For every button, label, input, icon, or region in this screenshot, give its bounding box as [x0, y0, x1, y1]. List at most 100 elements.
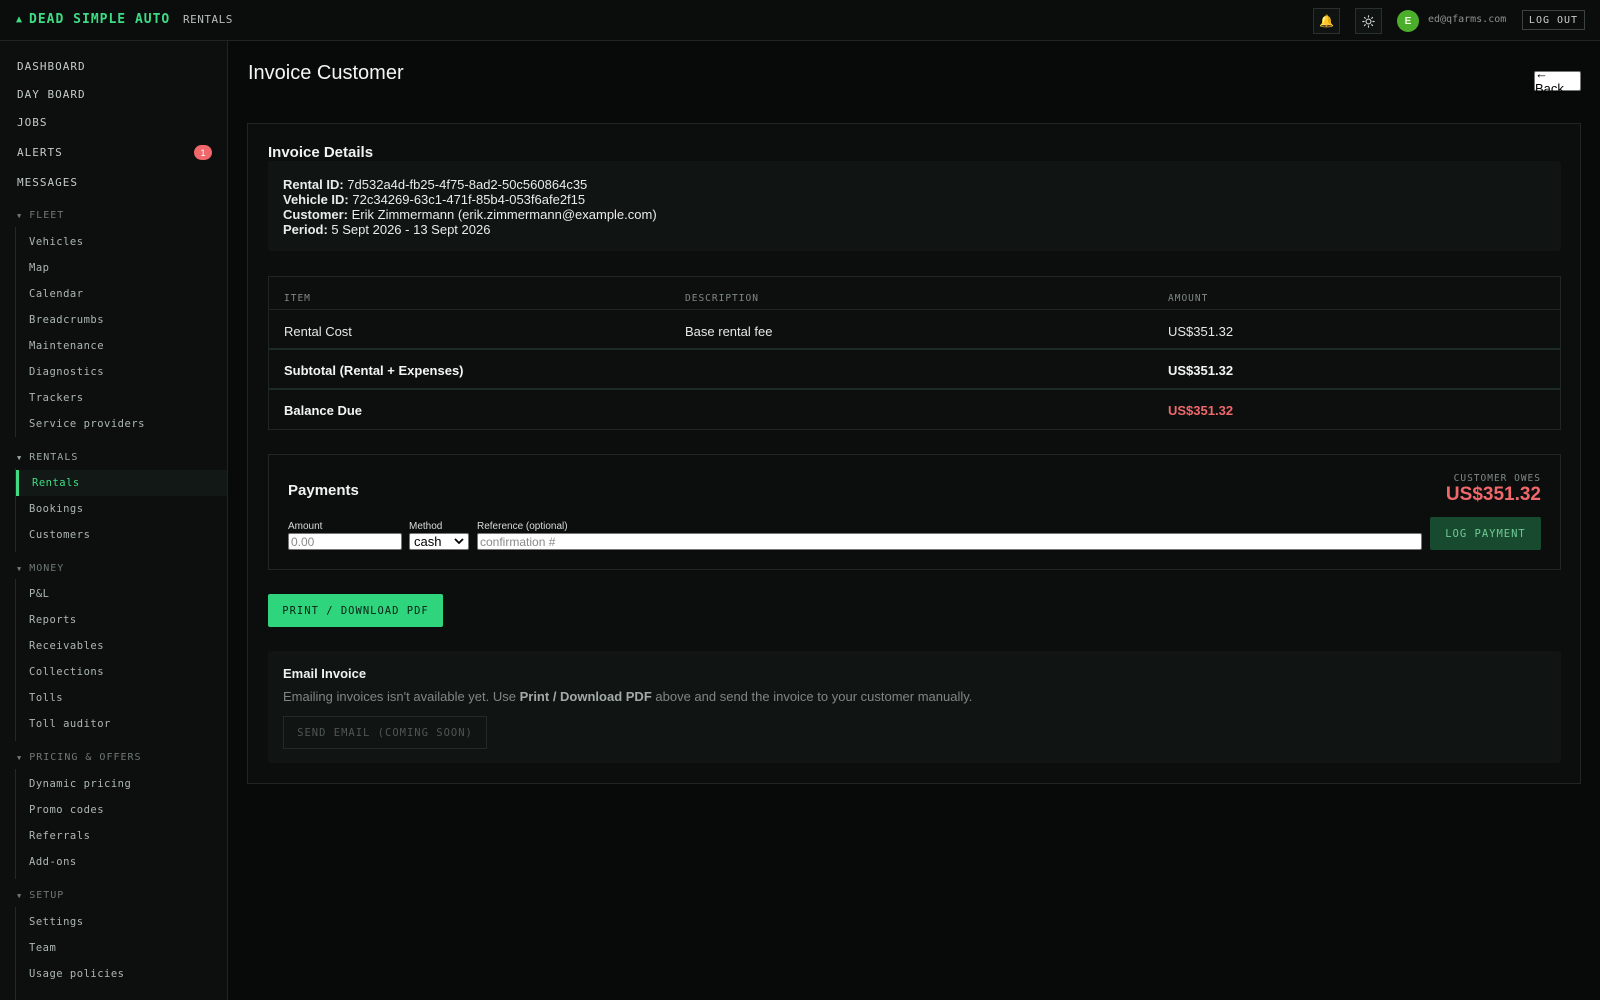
- sidebar-item-reports[interactable]: Reports: [29, 614, 77, 626]
- customer-owes-label: CUSTOMER OWES: [1453, 473, 1541, 484]
- column-header-description: DESCRIPTION: [685, 293, 759, 304]
- payments-section: [268, 454, 1561, 570]
- brand-logo[interactable]: ▲ DEAD SIMPLE AUTO: [16, 12, 170, 27]
- sidebar-item-tolls[interactable]: Tolls: [29, 692, 63, 704]
- balance-due-value: US$351.32: [1168, 403, 1234, 418]
- sidebar-item-trackers[interactable]: Trackers: [29, 392, 84, 404]
- invoice-items-table: [268, 276, 1561, 430]
- sidebar: DASHBOARD DAY BOARD JOBS ALERTS 1 MESSAG…: [0, 41, 228, 1000]
- money-submenu: P&L Reports Receivables Collections Toll…: [15, 579, 227, 741]
- sidebar-item-vehicles[interactable]: Vehicles: [29, 236, 84, 248]
- customer-owes-amount: US$351.32: [1445, 484, 1541, 505]
- reference-input[interactable]: [477, 533, 1422, 550]
- user-email: ed@qfarms.com: [1428, 14, 1507, 25]
- vehicle-id-line: Vehicle ID: 72c34269-63c1-471f-85b4-053f…: [283, 192, 585, 207]
- sidebar-item-alerts[interactable]: ALERTS: [17, 146, 63, 159]
- payments-title: Payments: [288, 482, 359, 499]
- sidebar-item-team[interactable]: Team: [29, 942, 56, 954]
- rental-id-line: Rental ID: 7d532a4d-fb25-4f75-8ad2-50c56…: [283, 177, 587, 192]
- sidebar-item-calendar[interactable]: Calendar: [29, 288, 84, 300]
- notifications-button[interactable]: 🔔: [1313, 8, 1340, 34]
- sidebar-item-promo-codes[interactable]: Promo codes: [29, 804, 104, 816]
- sidebar-item-bookings[interactable]: Bookings: [29, 503, 84, 515]
- log-payment-button[interactable]: LOG PAYMENT: [1430, 517, 1541, 550]
- rentals-submenu: Rentals Bookings Customers: [15, 468, 227, 552]
- reference-label: Reference (optional): [477, 521, 568, 532]
- period-label: Period:: [283, 222, 328, 237]
- sidebar-item-rentals-label: Rentals: [32, 477, 80, 489]
- sidebar-item-usage-policies[interactable]: Usage policies: [29, 968, 125, 980]
- section-pricing[interactable]: ▼ PRICING & OFFERS: [17, 752, 142, 763]
- sidebar-item-pnl[interactable]: P&L: [29, 588, 49, 600]
- sidebar-item-service-providers[interactable]: Service providers: [29, 418, 145, 430]
- table-divider: [268, 348, 1561, 350]
- sidebar-item-messages[interactable]: MESSAGES: [17, 176, 78, 189]
- period-value: 5 Sept 2026 - 13 Sept 2026: [331, 222, 491, 237]
- section-setup-label: SETUP: [29, 890, 65, 901]
- method-select[interactable]: cash: [409, 533, 469, 550]
- section-rentals-label: RENTALS: [29, 452, 79, 463]
- bell-icon: 🔔: [1319, 14, 1334, 28]
- send-email-button: SEND EMAIL (COMING SOON): [283, 716, 487, 749]
- sidebar-item-settings[interactable]: Settings: [29, 916, 84, 928]
- sidebar-item-customers[interactable]: Customers: [29, 529, 90, 541]
- sidebar-item-diagnostics[interactable]: Diagnostics: [29, 366, 104, 378]
- column-header-amount: AMOUNT: [1168, 293, 1209, 304]
- page-title: Invoice Customer: [248, 62, 404, 84]
- sidebar-item-receivables[interactable]: Receivables: [29, 640, 104, 652]
- sidebar-item-maintenance[interactable]: Maintenance: [29, 340, 104, 352]
- chevron-down-icon: ▼: [17, 211, 23, 220]
- setup-submenu: Settings Team Usage policies: [15, 907, 227, 1000]
- customer-label: Customer:: [283, 207, 349, 222]
- sidebar-item-collections[interactable]: Collections: [29, 666, 104, 678]
- email-invoice-title: Email Invoice: [283, 666, 367, 681]
- section-fleet[interactable]: ▼ FLEET: [17, 210, 64, 221]
- table-cell-amount: US$351.32: [1168, 324, 1234, 339]
- invoice-details-title: Invoice Details: [268, 144, 374, 161]
- section-pricing-label: PRICING & OFFERS: [29, 752, 142, 763]
- sidebar-item-jobs[interactable]: JOBS: [17, 116, 48, 129]
- sidebar-item-referrals[interactable]: Referrals: [29, 830, 90, 842]
- section-money-label: MONEY: [29, 563, 65, 574]
- top-bar: ▲ DEAD SIMPLE AUTO RENTALS 🔔 E ed@qfarms…: [0, 0, 1600, 41]
- email-invoice-message: Emailing invoices isn't available yet. U…: [283, 689, 972, 704]
- avatar[interactable]: E: [1397, 10, 1419, 32]
- table-divider: [268, 309, 1561, 310]
- customer-value: Erik Zimmermann (erik.zimmermann@example…: [351, 207, 657, 222]
- pricing-submenu: Dynamic pricing Promo codes Referrals Ad…: [15, 769, 227, 879]
- section-rentals[interactable]: ▼ RENTALS: [17, 452, 78, 463]
- sidebar-item-breadcrumbs[interactable]: Breadcrumbs: [29, 314, 104, 326]
- alerts-count-badge: 1: [194, 145, 212, 160]
- logout-button[interactable]: LOG OUT: [1522, 10, 1585, 30]
- section-setup[interactable]: ▼ SETUP: [17, 890, 64, 901]
- email-message-emphasis: Print / Download PDF: [519, 689, 652, 704]
- amount-input[interactable]: [288, 533, 402, 550]
- print-download-pdf-button[interactable]: PRINT / DOWNLOAD PDF: [268, 594, 443, 627]
- sidebar-item-rentals[interactable]: Rentals: [16, 470, 227, 496]
- section-money[interactable]: ▼ MONEY: [17, 563, 64, 574]
- email-message-start: Emailing invoices isn't available yet. U…: [283, 689, 520, 704]
- sidebar-item-dynamic-pricing[interactable]: Dynamic pricing: [29, 778, 131, 790]
- table-cell-item: Rental Cost: [284, 324, 352, 339]
- subtotal-value: US$351.32: [1168, 363, 1234, 378]
- column-header-item: ITEM: [284, 293, 311, 304]
- sidebar-item-map[interactable]: Map: [29, 262, 49, 274]
- sidebar-item-add-ons[interactable]: Add-ons: [29, 856, 77, 868]
- fleet-submenu: Vehicles Map Calendar Breadcrumbs Mainte…: [15, 227, 227, 437]
- section-fleet-label: FLEET: [29, 210, 65, 221]
- car-icon: ▲: [16, 14, 24, 25]
- sidebar-item-day-board[interactable]: DAY BOARD: [17, 88, 86, 101]
- brand-name: DEAD SIMPLE AUTO: [29, 12, 171, 27]
- subtotal-label: Subtotal (Rental + Expenses): [284, 363, 464, 378]
- chevron-down-icon: ▼: [17, 891, 23, 900]
- sidebar-item-toll-auditor[interactable]: Toll auditor: [29, 718, 111, 730]
- top-nav-rentals[interactable]: RENTALS: [183, 13, 233, 26]
- sidebar-item-dashboard[interactable]: DASHBOARD: [17, 60, 86, 73]
- period-line: Period: 5 Sept 2026 - 13 Sept 2026: [283, 222, 490, 237]
- chevron-down-icon: ▼: [17, 453, 23, 462]
- rental-id-value: 7d532a4d-fb25-4f75-8ad2-50c560864c35: [347, 177, 588, 192]
- back-button[interactable]: ← Back: [1534, 66, 1581, 96]
- chevron-down-icon: ▼: [17, 753, 23, 762]
- sun-icon: [1362, 14, 1375, 28]
- theme-toggle-button[interactable]: [1355, 8, 1382, 34]
